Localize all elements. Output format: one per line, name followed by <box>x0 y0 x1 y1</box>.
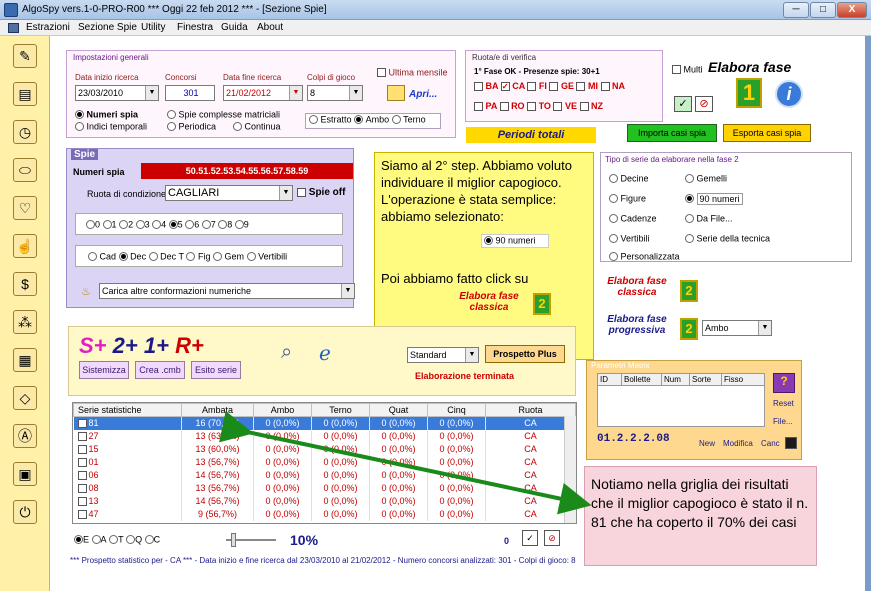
tree-icon[interactable]: ⁂ <box>13 310 37 334</box>
card-icon[interactable]: ▣ <box>13 462 37 486</box>
menu-guida[interactable]: Guida <box>221 22 248 33</box>
arrow-line <box>219 411 592 515</box>
grid-icon[interactable]: ▦ <box>13 348 37 372</box>
maximize-button[interactable]: □ <box>810 2 836 18</box>
menu-finestra[interactable]: Finestra <box>177 22 213 33</box>
app-icon <box>4 3 18 17</box>
clock-icon[interactable]: ◷ <box>13 120 37 144</box>
menu-about[interactable]: About <box>257 22 283 33</box>
title-bar: AlgoSpy vers.1-0-PRO-R00 *** Oggi 22 feb… <box>0 0 871 20</box>
menu-bar: Estrazioni Sezione Spie Utility Finestra… <box>0 20 871 36</box>
pencil-icon[interactable]: ✎ <box>13 44 37 68</box>
alert-icon[interactable]: Ⓐ <box>13 424 37 448</box>
hand-icon[interactable]: ☝ <box>13 234 37 258</box>
menu-utility[interactable]: Utility <box>141 22 165 33</box>
sidebar: ✎ ▤ ◷ ⬭ ♡ ☝ $ ⁂ ▦ ◇ Ⓐ ▣ ⏻ <box>0 36 50 591</box>
pill-icon[interactable]: ⬭ <box>13 158 37 182</box>
bulb-icon[interactable]: ♡ <box>13 196 37 220</box>
mdi-icon <box>8 23 19 33</box>
power-icon[interactable]: ⏻ <box>13 500 37 524</box>
main-area: Impostazioni generali Data inizio ricerc… <box>50 36 865 591</box>
close-button[interactable]: X <box>837 2 867 18</box>
book-icon[interactable]: ▤ <box>13 82 37 106</box>
callout-arrow <box>219 411 592 515</box>
menu-sezione-spie[interactable]: Sezione Spie <box>78 22 137 33</box>
diamond-icon[interactable]: ◇ <box>13 386 37 410</box>
minimize-button[interactable]: ─ <box>783 2 809 18</box>
menu-estrazioni[interactable]: Estrazioni <box>26 22 70 33</box>
window-title: AlgoSpy vers.1-0-PRO-R00 *** Oggi 22 feb… <box>22 4 327 15</box>
dollar-icon[interactable]: $ <box>13 272 37 296</box>
